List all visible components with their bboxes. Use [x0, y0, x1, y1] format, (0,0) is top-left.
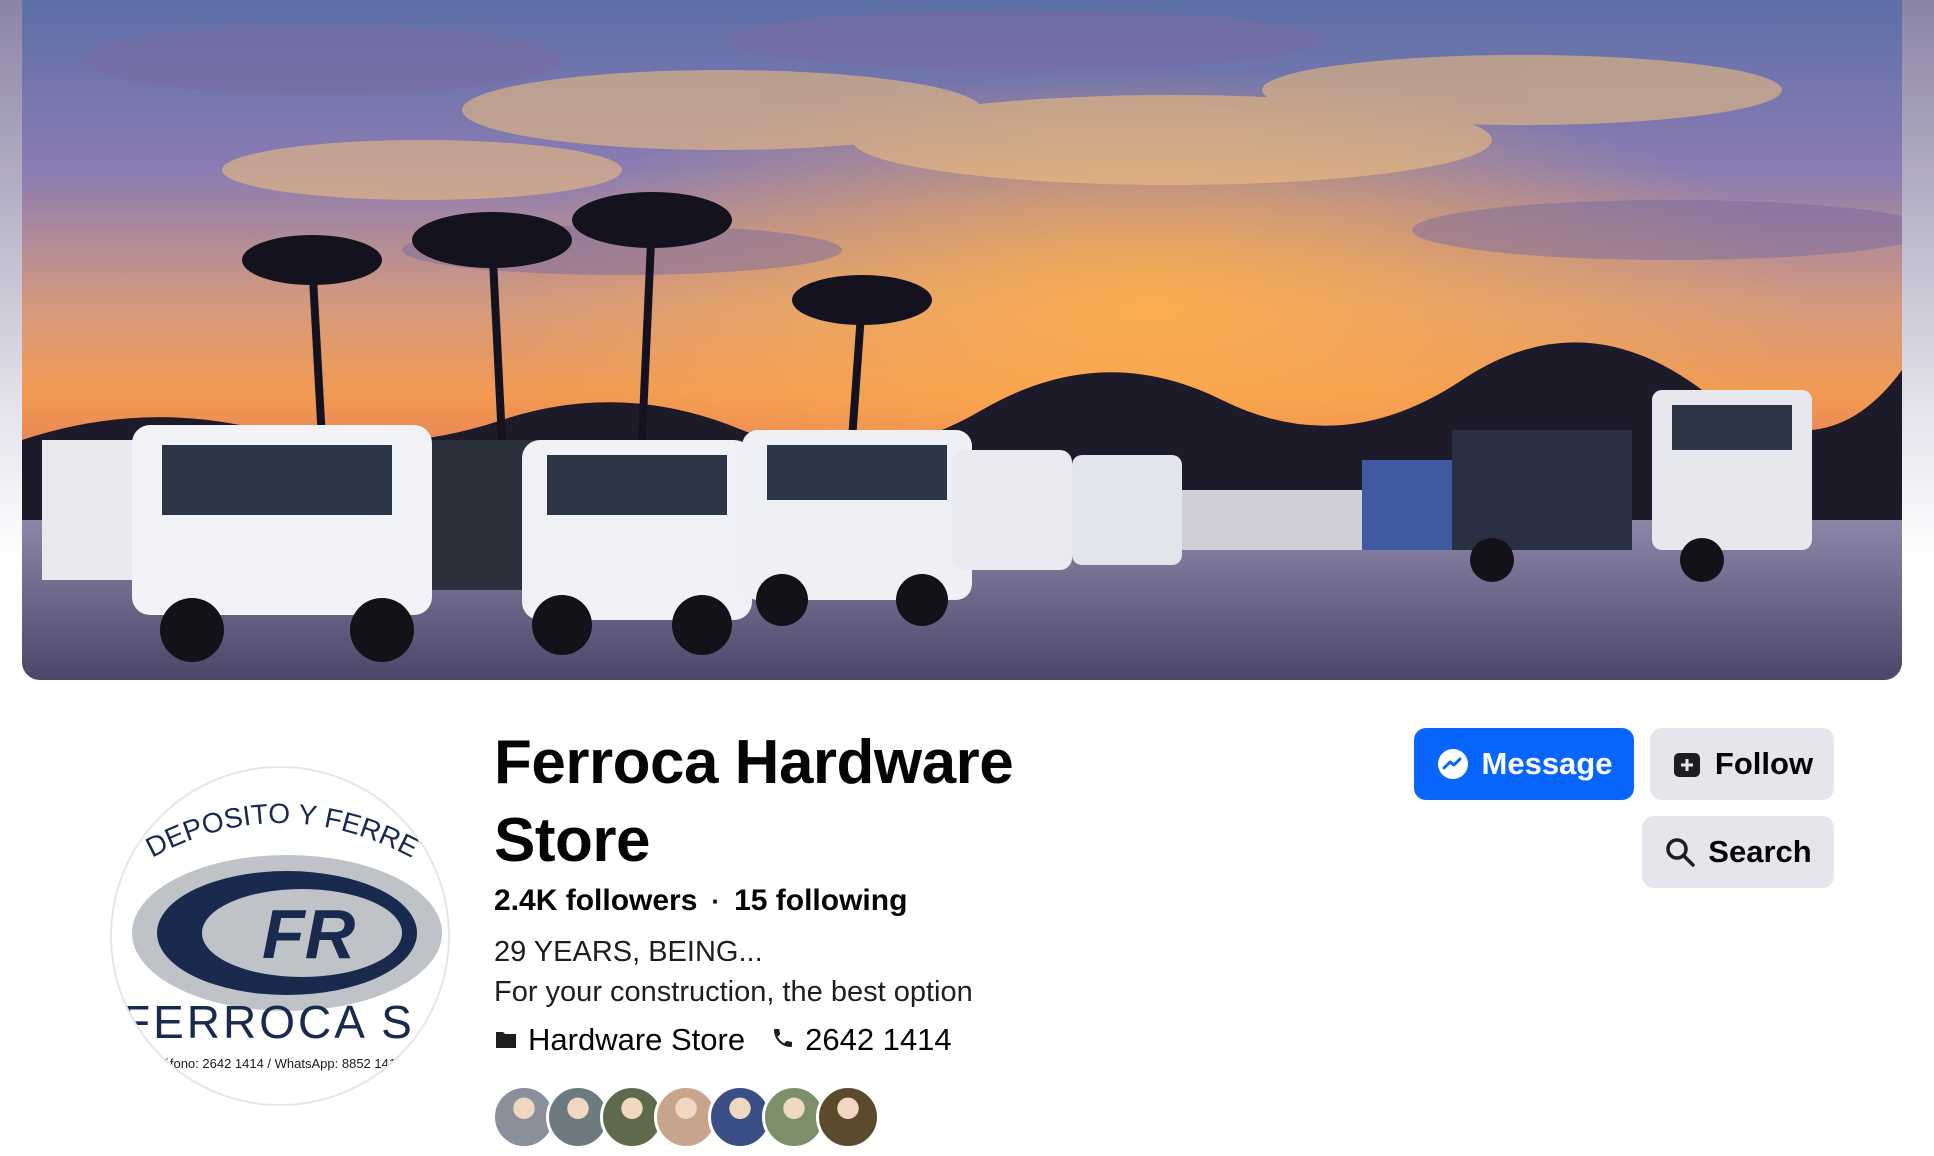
messenger-icon [1436, 747, 1470, 781]
followers-preview[interactable] [492, 1085, 880, 1149]
category-label: Hardware Store [528, 1022, 746, 1057]
profile-picture[interactable]: DEPOSITO Y FERRETERÍA FR FERROCA S.A Tel… [112, 768, 448, 1104]
intro-line-2: For your construction, the best option [494, 976, 973, 1008]
category-icon [494, 1022, 518, 1058]
phone-number: 2642 1414 [805, 1022, 952, 1057]
followers-link[interactable]: 2.4K followers [494, 884, 697, 918]
stats-separator: · [711, 885, 721, 916]
page-title: Ferroca Hardware Store [494, 728, 1014, 875]
follow-button[interactable]: Follow [1650, 728, 1834, 800]
message-button[interactable]: Message [1414, 728, 1634, 800]
cover-photo[interactable] [22, 0, 1902, 680]
following-link[interactable]: 15 following [734, 884, 907, 918]
follow-icon [1671, 748, 1703, 780]
logo-arc-text: DEPOSITO Y FERRETERÍA [112, 768, 424, 863]
category-item[interactable]: Hardware Store [494, 1022, 745, 1058]
logo-contact: Teléfono: 2642 1414 / WhatsApp: 8852 141… [146, 1056, 403, 1071]
message-label: Message [1481, 746, 1613, 781]
phone-icon [771, 1022, 795, 1058]
page-details: Hardware Store 2642 1414 [494, 1022, 952, 1058]
phone-item[interactable]: 2642 1414 [771, 1022, 952, 1058]
search-button[interactable]: Search [1642, 816, 1834, 888]
intro-line-1: 29 YEARS, BEING... [494, 936, 763, 968]
logo-initials: FR [262, 895, 356, 973]
search-label: Search [1708, 834, 1812, 869]
follow-stats: 2.4K followers · 15 following [494, 884, 907, 918]
follow-label: Follow [1714, 746, 1814, 781]
follower-avatar[interactable] [816, 1085, 880, 1149]
logo-company: FERROCA S.A [122, 996, 448, 1048]
search-icon [1664, 836, 1696, 868]
